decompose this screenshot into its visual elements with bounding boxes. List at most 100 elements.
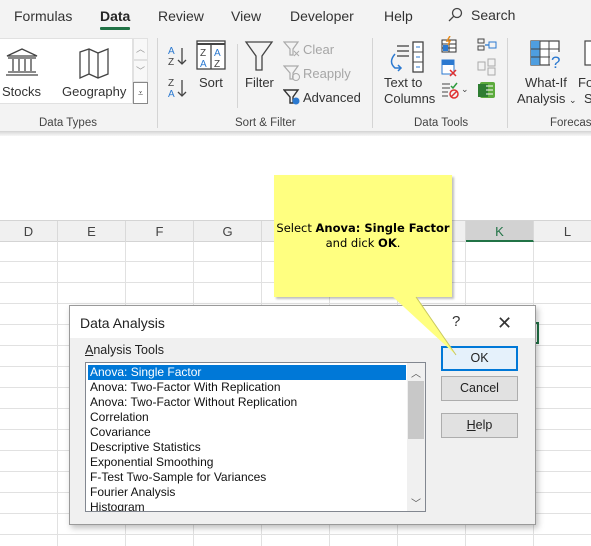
svg-text:Z: Z bbox=[168, 78, 174, 89]
callout-bold-ok: OK bbox=[378, 236, 397, 250]
tab-help[interactable]: Help bbox=[384, 8, 413, 24]
svg-text:A: A bbox=[200, 59, 207, 70]
clear-filter-icon bbox=[283, 41, 300, 57]
gallery-more-button[interactable]: ⩡ bbox=[133, 82, 148, 104]
dialog-titlebar[interactable]: Data Analysis ? ✕ bbox=[70, 306, 535, 338]
column-header-d[interactable]: D bbox=[0, 221, 58, 242]
tab-data[interactable]: Data bbox=[100, 8, 130, 24]
ok-button[interactable]: OK bbox=[441, 346, 518, 371]
clear-filter-button[interactable]: Clear bbox=[283, 40, 334, 58]
data-model-icon[interactable] bbox=[477, 80, 497, 100]
text-to-columns-line2[interactable]: Columns bbox=[384, 91, 435, 107]
tab-view[interactable]: View bbox=[231, 8, 261, 24]
group-separator bbox=[507, 38, 508, 128]
gallery-down-button[interactable]: ﹀ bbox=[133, 60, 148, 82]
list-item[interactable]: Correlation bbox=[88, 410, 406, 425]
cancel-button[interactable]: Cancel bbox=[441, 376, 518, 401]
search-label: Search bbox=[471, 7, 516, 23]
advanced-label: Advanced bbox=[303, 89, 361, 105]
advanced-filter-button[interactable]: Advanced bbox=[283, 88, 361, 106]
group-separator bbox=[372, 38, 373, 128]
text-to-columns-line1[interactable]: Text to bbox=[384, 75, 422, 91]
data-analysis-dialog: Data Analysis ? ✕ Analysis Tools Anova: … bbox=[69, 305, 536, 525]
gallery-scroll: ︿ ﹀ ⩡ bbox=[133, 38, 148, 104]
callout-mid: and dick bbox=[325, 236, 379, 250]
remove-duplicates-icon[interactable] bbox=[440, 58, 458, 78]
tab-review[interactable]: Review bbox=[158, 8, 204, 24]
list-item[interactable]: Histogram bbox=[88, 500, 406, 511]
flash-fill-icon[interactable] bbox=[440, 36, 458, 54]
list-item[interactable]: Fourier Analysis bbox=[88, 485, 406, 500]
consolidate-icon[interactable] bbox=[477, 36, 497, 54]
filter-button[interactable]: Filter bbox=[245, 75, 274, 91]
forecast-sheet-icon bbox=[584, 40, 591, 66]
callout-suffix: . bbox=[396, 236, 401, 250]
column-header-g[interactable]: G bbox=[194, 221, 262, 242]
column-header-k[interactable]: K bbox=[466, 221, 534, 242]
analysis-tools-listbox[interactable]: Anova: Single Factor Anova: Two-Factor W… bbox=[85, 362, 426, 512]
group-label-forecast: Forecast bbox=[550, 117, 591, 129]
column-header-e[interactable]: E bbox=[58, 221, 126, 242]
what-if-analysis-label: Analysis bbox=[517, 91, 566, 106]
callout-prefix: Select bbox=[276, 221, 316, 235]
help-icon[interactable]: ? bbox=[452, 313, 460, 330]
data-validation-icon[interactable] bbox=[440, 80, 460, 100]
group-label-data-types: Data Types bbox=[39, 117, 97, 129]
reapply-label: Reapply bbox=[303, 65, 351, 81]
listbox-scrollbar[interactable]: ︿ ﹀ bbox=[407, 363, 425, 511]
sort-button[interactable]: Sort bbox=[199, 75, 223, 91]
scroll-down-icon[interactable]: ﹀ bbox=[407, 495, 425, 511]
text-to-columns-icon bbox=[390, 41, 424, 73]
filter-icon bbox=[244, 41, 274, 71]
ribbon: Stocks Geography ︿ ﹀ ⩡ Data Types A Z Z … bbox=[0, 34, 591, 132]
instruction-callout: Select Anova: Single Factor and dick OK. bbox=[274, 175, 452, 297]
search-box[interactable]: Search bbox=[447, 7, 515, 23]
column-header-f[interactable]: F bbox=[126, 221, 194, 242]
svg-text:Z: Z bbox=[214, 59, 220, 70]
svg-text:A: A bbox=[168, 46, 175, 57]
relationships-icon bbox=[477, 58, 496, 76]
ribbon-tab-bar: Formulas Data Review View Developer Help… bbox=[0, 0, 591, 34]
scroll-thumb[interactable] bbox=[408, 381, 424, 439]
svg-text:A: A bbox=[214, 48, 221, 59]
forecast-sheet-line2[interactable]: S bbox=[584, 91, 591, 107]
dialog-title: Data Analysis bbox=[80, 315, 165, 331]
sort-z-to-a-icon[interactable]: Z A bbox=[167, 76, 189, 100]
list-item[interactable]: Anova: Two-Factor With Replication bbox=[88, 380, 406, 395]
group-separator bbox=[157, 38, 158, 128]
close-icon[interactable]: ✕ bbox=[497, 313, 512, 334]
tab-developer[interactable]: Developer bbox=[290, 8, 354, 24]
list-item[interactable]: Covariance bbox=[88, 425, 406, 440]
active-tab-indicator bbox=[100, 27, 130, 30]
separator bbox=[237, 44, 238, 108]
scroll-up-icon[interactable]: ︿ bbox=[407, 365, 425, 381]
geography-button[interactable]: Geography bbox=[62, 84, 126, 100]
column-header-l[interactable]: L bbox=[534, 221, 591, 242]
map-icon bbox=[79, 48, 109, 79]
gallery-up-button[interactable]: ︿ bbox=[133, 38, 148, 60]
stocks-button[interactable]: Stocks bbox=[2, 84, 41, 100]
list-item[interactable]: Anova: Single Factor bbox=[88, 365, 406, 380]
list-item[interactable]: F-Test Two-Sample for Variances bbox=[88, 470, 406, 485]
svg-text:Z: Z bbox=[200, 48, 206, 59]
group-label-sort-filter: Sort & Filter bbox=[235, 117, 296, 129]
sort-dialog-icon: Z A A Z bbox=[196, 40, 226, 70]
search-icon bbox=[448, 7, 463, 22]
list-item[interactable]: Exponential Smoothing bbox=[88, 455, 406, 470]
data-validation-dropdown-icon[interactable]: ⌄ bbox=[461, 84, 469, 95]
reapply-button[interactable]: Reapply bbox=[283, 64, 351, 82]
callout-bold-tool: Anova: Single Factor bbox=[315, 221, 450, 235]
list-item[interactable]: Descriptive Statistics bbox=[88, 440, 406, 455]
help-button[interactable]: Help bbox=[441, 413, 518, 438]
svg-text:A: A bbox=[168, 89, 175, 100]
what-if-analysis-line2[interactable]: Analysis ⌄ bbox=[517, 91, 577, 108]
analysis-tools-label: Analysis Tools bbox=[85, 343, 164, 357]
svg-text:?: ? bbox=[551, 53, 560, 70]
group-label-data-tools: Data Tools bbox=[414, 117, 469, 129]
forecast-sheet-line1[interactable]: Fo bbox=[578, 75, 591, 91]
data-types-gallery: Stocks Geography bbox=[0, 38, 133, 104]
list-item[interactable]: Anova: Two-Factor Without Replication bbox=[88, 395, 406, 410]
sort-a-to-z-icon[interactable]: A Z bbox=[167, 44, 189, 68]
what-if-analysis-line1[interactable]: What-If bbox=[525, 75, 567, 91]
tab-formulas[interactable]: Formulas bbox=[14, 8, 72, 24]
